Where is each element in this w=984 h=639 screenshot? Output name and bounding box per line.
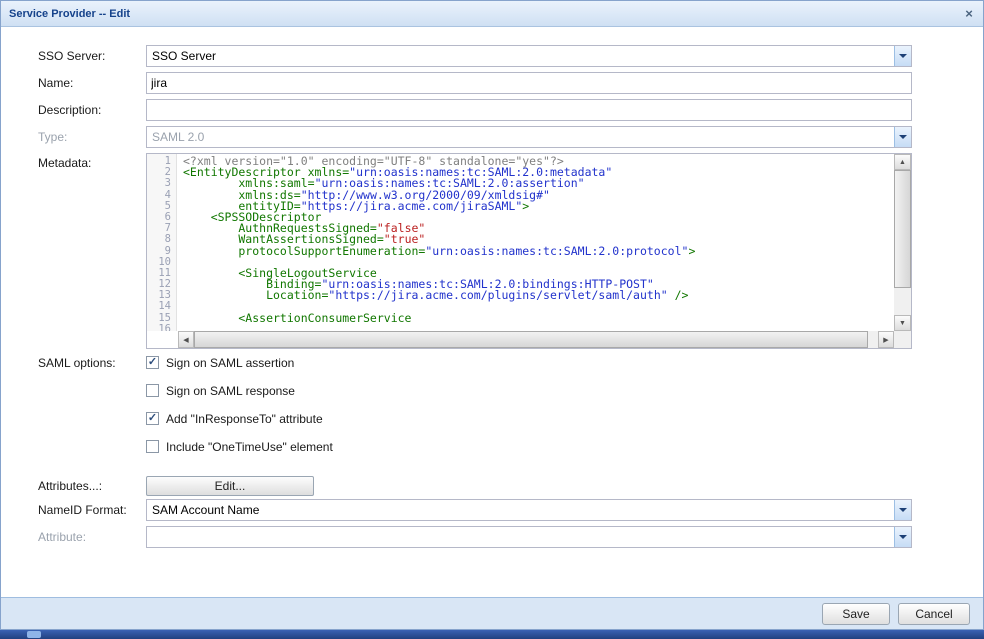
dialog-titlebar[interactable]: Service Provider -- Edit × [1, 1, 983, 27]
attributes-row: Attributes...: Edit... [38, 476, 983, 496]
type-value: SAML 2.0 [152, 130, 204, 144]
chevron-down-icon[interactable] [894, 46, 911, 66]
save-button[interactable]: Save [822, 603, 890, 625]
edit-attributes-button[interactable]: Edit... [146, 476, 314, 496]
nameid-format-value: SAM Account Name [152, 503, 259, 517]
attribute-combo [146, 526, 912, 548]
description-row: Description: [38, 99, 983, 121]
chevron-down-icon [894, 527, 911, 547]
scroll-left-icon[interactable]: ◀ [178, 331, 194, 348]
checkbox-checked-icon[interactable]: ✓ [146, 412, 159, 425]
type-row: Type: SAML 2.0 [38, 126, 983, 148]
attribute-label: Attribute: [38, 530, 146, 544]
nameid-format-label: NameID Format: [38, 503, 146, 517]
attributes-label: Attributes...: [38, 479, 146, 493]
chevron-down-icon [894, 127, 911, 147]
name-label: Name: [38, 76, 146, 90]
chevron-down-icon[interactable] [894, 500, 911, 520]
metadata-row: Metadata: 12345678910111213141516 <?xml … [38, 153, 983, 349]
taskbar-icon[interactable] [27, 631, 41, 638]
checkbox-unchecked-icon[interactable] [146, 384, 159, 397]
taskbar[interactable] [0, 630, 984, 639]
close-icon[interactable]: × [961, 6, 977, 22]
dialog-body: SSO Server: SSO Server Name: Description… [1, 27, 983, 597]
attribute-row: Attribute: [38, 526, 983, 548]
saml-option-label[interactable]: Sign on SAML response [166, 384, 295, 398]
description-label: Description: [38, 103, 146, 117]
dialog-footer: Save Cancel [1, 597, 983, 629]
dialog-title: Service Provider -- Edit [9, 8, 961, 20]
saml-option-row: Sign on SAML response [146, 382, 333, 399]
sso-server-label: SSO Server: [38, 49, 146, 63]
saml-option-row: Include "OneTimeUse" element [146, 438, 333, 455]
metadata-line-numbers: 12345678910111213141516 [147, 154, 177, 331]
horizontal-scroll-thumb[interactable] [194, 331, 868, 348]
nameid-format-combo[interactable]: SAM Account Name [146, 499, 912, 521]
saml-option-label[interactable]: Add "InResponseTo" attribute [166, 412, 323, 426]
scroll-up-icon[interactable]: ▲ [894, 154, 911, 170]
metadata-vertical-scrollbar[interactable]: ▲ ▼ [894, 154, 911, 331]
metadata-editor[interactable]: 12345678910111213141516 <?xml version="1… [146, 153, 912, 349]
screen: Service Provider -- Edit × SSO Server: S… [0, 0, 984, 639]
metadata-code[interactable]: <?xml version="1.0" encoding="UTF-8" sta… [178, 154, 894, 331]
sso-server-combo[interactable]: SSO Server [146, 45, 912, 67]
vertical-scroll-thumb[interactable] [894, 170, 911, 288]
saml-option-row: ✓ Sign on SAML assertion [146, 354, 333, 371]
nameid-format-row: NameID Format: SAM Account Name [38, 499, 983, 521]
name-row: Name: [38, 72, 983, 94]
type-combo: SAML 2.0 [146, 126, 912, 148]
saml-option-label[interactable]: Include "OneTimeUse" element [166, 440, 333, 454]
saml-options-list: ✓ Sign on SAML assertion Sign on SAML resp… [146, 354, 333, 466]
scrollbar-corner [894, 331, 911, 348]
saml-option-label[interactable]: Sign on SAML assertion [166, 356, 294, 370]
saml-options-label: SAML options: [38, 354, 146, 370]
service-provider-edit-dialog: Service Provider -- Edit × SSO Server: S… [0, 0, 984, 630]
sso-server-row: SSO Server: SSO Server [38, 45, 983, 67]
cancel-button[interactable]: Cancel [898, 603, 970, 625]
saml-option-row: ✓ Add "InResponseTo" attribute [146, 410, 333, 427]
scroll-right-icon[interactable]: ▶ [878, 331, 894, 348]
vertical-scroll-track [894, 288, 911, 315]
saml-options-row: SAML options: ✓ Sign on SAML assertion Sig… [38, 354, 983, 466]
checkbox-unchecked-icon[interactable] [146, 440, 159, 453]
checkbox-checked-icon[interactable]: ✓ [146, 356, 159, 369]
scroll-down-icon[interactable]: ▼ [894, 315, 911, 331]
metadata-horizontal-scrollbar[interactable]: ◀ ▶ [178, 331, 894, 348]
sso-server-value: SSO Server [152, 49, 216, 63]
type-label: Type: [38, 130, 146, 144]
description-input[interactable] [146, 99, 912, 121]
metadata-label: Metadata: [38, 153, 146, 170]
name-input[interactable] [146, 72, 912, 94]
